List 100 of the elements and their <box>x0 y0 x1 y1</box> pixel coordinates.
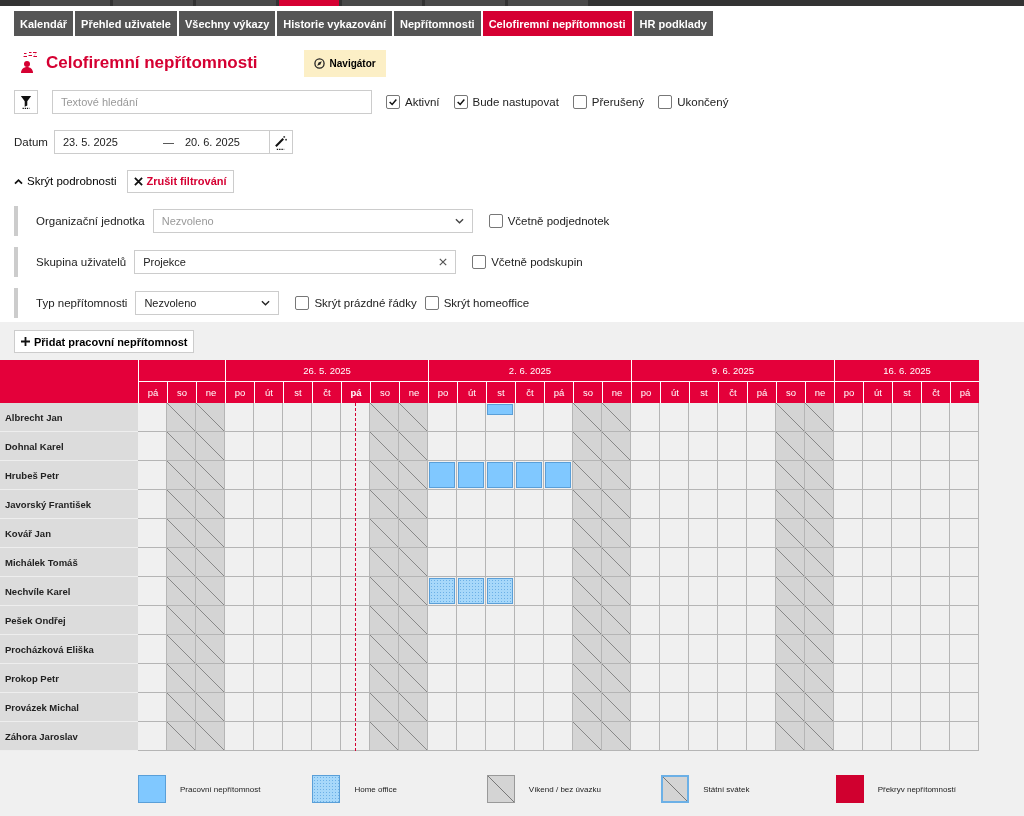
checkbox[interactable] <box>658 95 673 109</box>
date-preset-button[interactable] <box>268 130 293 154</box>
week-header: 2. 6. 2025 <box>428 360 631 382</box>
day-cell <box>718 548 747 577</box>
day-cell <box>399 403 428 432</box>
day-cell <box>892 722 921 751</box>
absence-type-select[interactable]: Nezvoleno <box>135 291 280 315</box>
day-cell <box>834 519 863 548</box>
day-cell <box>515 548 544 577</box>
day-cell <box>747 490 776 519</box>
day-cell <box>921 403 950 432</box>
nav-tab[interactable]: Kalendář <box>14 11 74 36</box>
day-cell <box>950 664 979 693</box>
day-cell <box>428 519 457 548</box>
day-cell <box>921 432 950 461</box>
day-header: so <box>167 382 196 403</box>
checkbox[interactable] <box>572 95 587 109</box>
day-cell <box>805 635 834 664</box>
day-cell <box>544 548 573 577</box>
day-cell <box>254 403 283 432</box>
day-header: st <box>892 382 921 403</box>
day-cell <box>486 722 515 751</box>
clear-filter-button[interactable]: Zrušit filtrování <box>126 169 234 193</box>
checkbox-label: Aktivní <box>405 96 440 108</box>
day-cell <box>660 577 689 606</box>
day-cell <box>196 548 225 577</box>
day-cell <box>834 432 863 461</box>
day-cell <box>602 548 631 577</box>
day-cell <box>776 577 805 606</box>
day-cell <box>399 722 428 751</box>
day-cell <box>254 693 283 722</box>
day-cell <box>428 664 457 693</box>
checkbox[interactable] <box>386 95 400 109</box>
day-cell <box>718 606 747 635</box>
day-cell <box>834 577 863 606</box>
day-header: po <box>428 382 457 403</box>
checkbox[interactable] <box>453 95 468 109</box>
day-cell <box>573 606 602 635</box>
day-cell <box>167 722 196 751</box>
day-cell <box>196 403 225 432</box>
day-cell <box>399 635 428 664</box>
day-cell <box>602 693 631 722</box>
day-cell <box>167 635 196 664</box>
day-cell <box>950 606 979 635</box>
day-header: út <box>863 382 892 403</box>
check-icon <box>455 97 466 107</box>
day-cell <box>921 693 950 722</box>
nav-tab[interactable]: Všechny výkazy <box>178 11 276 36</box>
checkbox[interactable] <box>295 296 310 310</box>
navigator-button[interactable]: Navigátor <box>303 49 386 77</box>
day-cell <box>602 664 631 693</box>
day-cell <box>225 403 254 432</box>
day-cell <box>138 606 167 635</box>
day-cell <box>341 693 370 722</box>
day-header: ne <box>602 382 631 403</box>
user-group-field[interactable]: Projekce <box>134 250 457 274</box>
day-cell <box>515 722 544 751</box>
day-cell <box>283 432 312 461</box>
day-cell <box>689 519 718 548</box>
checkbox[interactable] <box>424 296 439 310</box>
nav-tab[interactable]: Přehled uživatele <box>75 11 177 36</box>
day-cell <box>602 490 631 519</box>
search-field[interactable]: Textové hledání <box>52 90 372 114</box>
day-cell <box>225 490 254 519</box>
day-cell <box>863 693 892 722</box>
day-cell <box>225 722 254 751</box>
employee-name: Prokop Petr <box>0 664 138 693</box>
day-cell <box>399 664 428 693</box>
day-cell <box>776 664 805 693</box>
day-cell <box>921 461 950 490</box>
checkbox[interactable] <box>472 255 487 269</box>
day-cell <box>660 403 689 432</box>
filter-button[interactable] <box>14 90 38 114</box>
compass-icon <box>313 57 325 69</box>
checkbox[interactable] <box>488 214 503 228</box>
day-cell <box>747 722 776 751</box>
day-cell <box>863 403 892 432</box>
day-cell <box>573 722 602 751</box>
nav-tab[interactable]: Nepřítomnosti <box>394 11 481 36</box>
day-cell <box>515 664 544 693</box>
day-cell <box>457 693 486 722</box>
day-cell <box>573 548 602 577</box>
day-cell <box>196 693 225 722</box>
nav-tab[interactable]: Historie vykazování <box>277 11 393 36</box>
day-cell <box>370 635 399 664</box>
legend-swatch <box>138 775 166 803</box>
day-cell <box>341 461 370 490</box>
day-cell <box>312 722 341 751</box>
day-cell <box>718 635 747 664</box>
day-cell <box>457 635 486 664</box>
field-label: Typ nepřítomnosti <box>36 297 128 309</box>
nav-tab[interactable]: HR podklady <box>633 11 713 36</box>
add-absence-button[interactable]: Přidat pracovní nepřítomnost <box>14 330 195 353</box>
hide-details-toggle[interactable]: Skrýt podrobnosti <box>14 175 117 187</box>
day-cell <box>805 461 834 490</box>
day-cell <box>863 577 892 606</box>
date-range-field[interactable]: 23. 5. 2025 — 20. 6. 2025 <box>53 130 270 154</box>
day-cell <box>312 664 341 693</box>
day-cell <box>283 722 312 751</box>
nav-tab[interactable]: Celofiremní nepřítomnosti <box>482 11 632 36</box>
